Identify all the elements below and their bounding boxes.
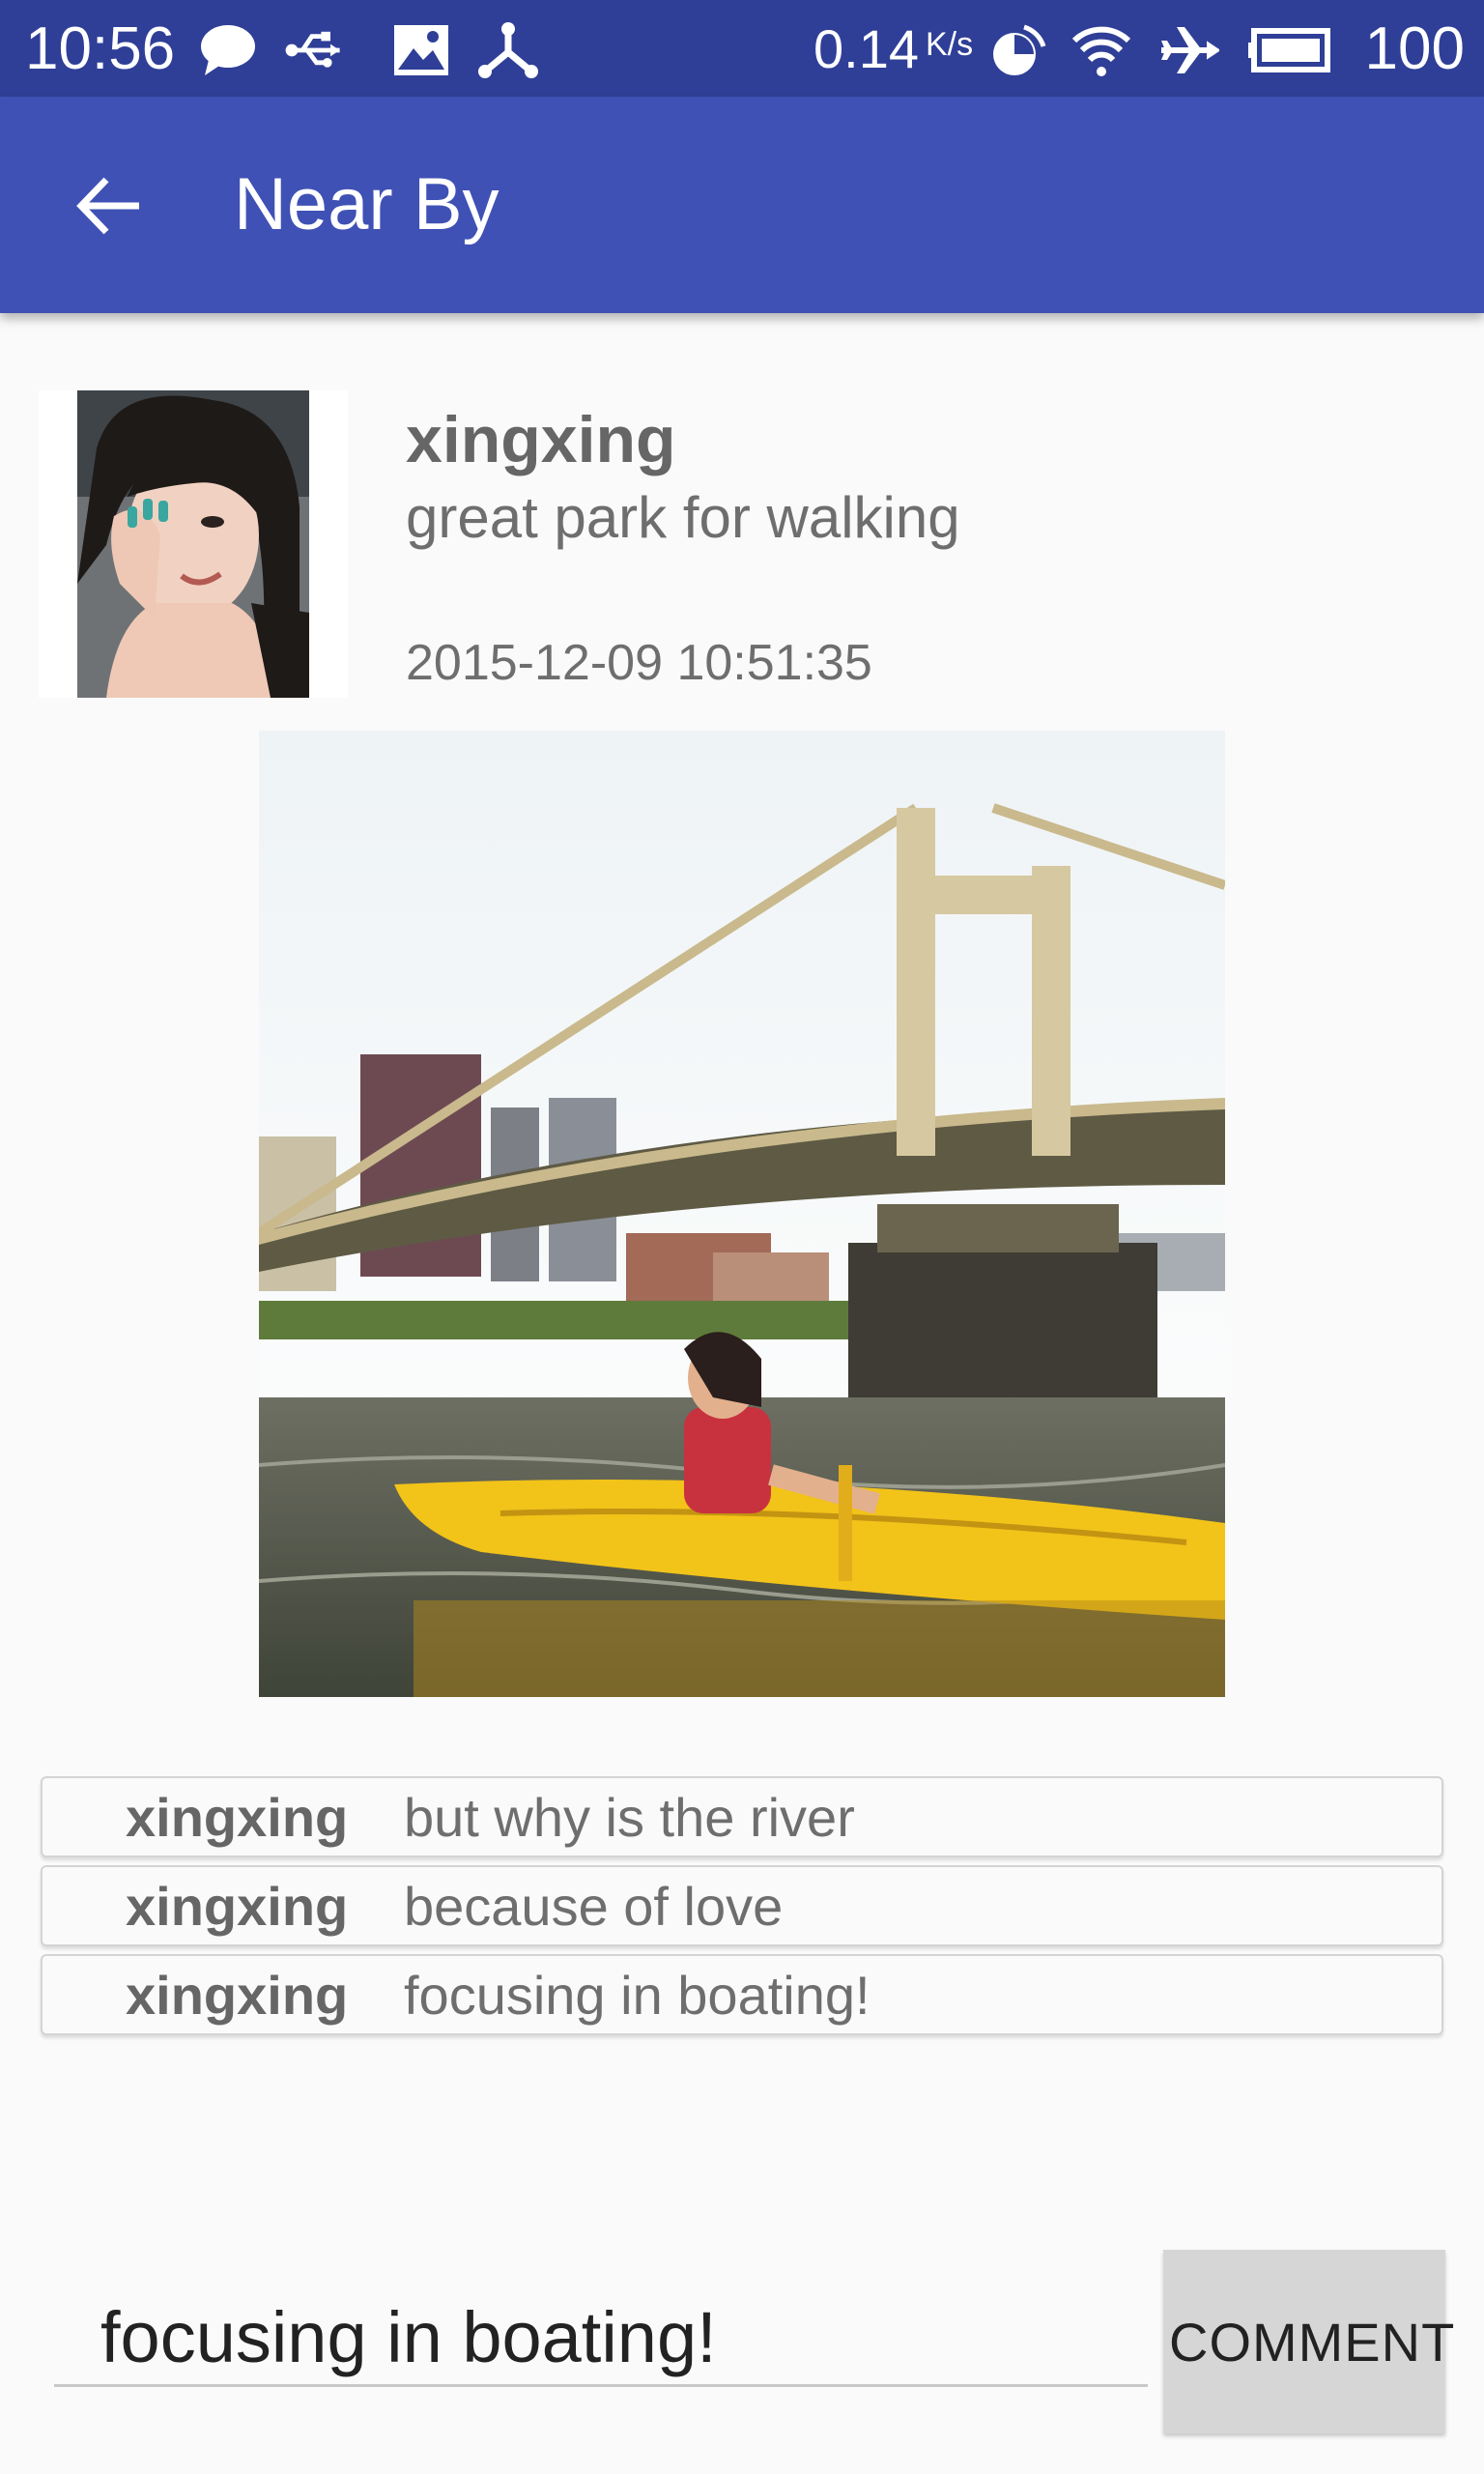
comment-input[interactable]	[54, 2290, 1148, 2387]
comment-item[interactable]: xingxing because of love	[41, 1865, 1443, 1946]
data-saver-icon	[993, 24, 1046, 75]
comment-username: xingxing	[126, 1876, 349, 1937]
comment-text: but why is the river	[404, 1787, 855, 1848]
app-bar: Near By	[0, 97, 1484, 313]
usb-icon	[285, 31, 340, 68]
page-title: Near By	[234, 163, 499, 245]
post-text: great park for walking	[406, 485, 960, 550]
comment-button[interactable]: COMMENT	[1163, 2250, 1454, 2433]
wifi-icon	[1071, 26, 1131, 76]
comment-text: because of love	[404, 1876, 784, 1937]
battery-level: 100	[1364, 15, 1465, 82]
comment-text: focusing in boating!	[404, 1965, 870, 2026]
comment-username: xingxing	[126, 1965, 349, 2026]
battery-icon	[1248, 28, 1330, 72]
status-time: 10:56	[25, 15, 176, 82]
arrow-back-icon[interactable]	[73, 172, 143, 240]
avatar[interactable]	[39, 390, 348, 698]
net-speed: 0.14	[813, 18, 919, 79]
post-photo[interactable]	[259, 731, 1225, 1697]
avatar-image	[77, 390, 309, 698]
comment-list: xingxing but why is the river xingxing b…	[41, 1776, 1443, 2043]
comment-item[interactable]: xingxing focusing in boating!	[41, 1954, 1443, 2035]
share-icon	[478, 22, 538, 78]
airplane-icon	[1161, 27, 1219, 73]
image-icon	[394, 25, 448, 75]
comment-username: xingxing	[126, 1787, 349, 1848]
chat-icon	[201, 25, 255, 75]
status-bar: 10:56 0.14 K/s 100	[0, 0, 1484, 97]
post-username[interactable]: xingxing	[406, 400, 676, 479]
comment-item[interactable]: xingxing but why is the river	[41, 1776, 1443, 1857]
net-speed-unit: K/s	[926, 26, 974, 63]
kayak-bridge-photo	[259, 731, 1225, 1697]
post-timestamp: 2015-12-09 10:51:35	[406, 635, 872, 691]
